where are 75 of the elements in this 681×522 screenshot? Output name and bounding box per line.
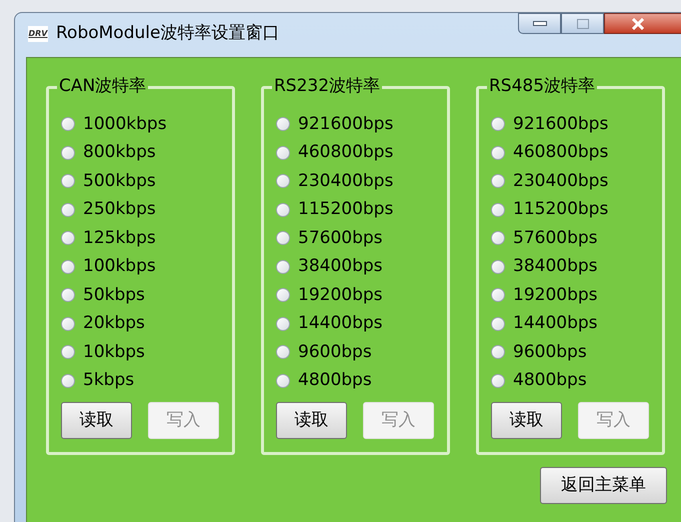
radio-option[interactable]: 230400bps bbox=[491, 167, 650, 196]
radio-option[interactable]: 57600bps bbox=[276, 224, 435, 252]
radio-button[interactable] bbox=[276, 174, 290, 188]
radio-option[interactable]: 115200bps bbox=[491, 196, 650, 224]
group-title: CAN波特率 bbox=[57, 76, 148, 96]
radio-button[interactable] bbox=[61, 202, 75, 217]
radio-option[interactable]: 5kbps bbox=[61, 366, 220, 395]
radio-option[interactable]: 19200bps bbox=[276, 281, 435, 310]
radio-button[interactable] bbox=[276, 202, 290, 217]
radio-button[interactable] bbox=[491, 202, 505, 217]
radio-button[interactable] bbox=[491, 117, 505, 132]
radio-option[interactable]: 100kbps bbox=[61, 252, 220, 281]
radio-button[interactable] bbox=[491, 374, 505, 388]
radio-button[interactable] bbox=[276, 146, 290, 160]
radio-button[interactable] bbox=[61, 231, 75, 246]
radio-option[interactable]: 800kbps bbox=[61, 138, 220, 167]
close-icon bbox=[631, 18, 645, 30]
radio-option[interactable]: 20kbps bbox=[61, 310, 220, 338]
radio-option[interactable]: 9600bps bbox=[491, 338, 650, 366]
radio-option[interactable]: 921600bps bbox=[276, 110, 435, 138]
radio-button[interactable] bbox=[276, 231, 290, 246]
radio-option[interactable]: 38400bps bbox=[491, 252, 650, 281]
radio-button[interactable] bbox=[276, 316, 290, 331]
group-button[interactable]: 读取 bbox=[491, 402, 562, 439]
maximize-icon bbox=[576, 18, 588, 28]
radio-button[interactable] bbox=[61, 316, 75, 331]
radio-button[interactable] bbox=[276, 374, 290, 388]
radio-button[interactable] bbox=[276, 345, 290, 360]
radio-option[interactable]: 14400bps bbox=[491, 310, 650, 338]
app-logo-icon: DRV bbox=[28, 26, 48, 42]
radio-option[interactable]: 250kbps bbox=[61, 196, 220, 224]
close-button[interactable] bbox=[604, 13, 681, 34]
radio-option[interactable]: 14400bps bbox=[276, 310, 435, 338]
radio-button[interactable] bbox=[491, 174, 505, 188]
radio-option[interactable]: 921600bps bbox=[491, 110, 650, 138]
radio-button[interactable] bbox=[61, 288, 75, 302]
radio-button[interactable] bbox=[276, 117, 290, 132]
minimize-icon bbox=[532, 21, 546, 26]
radio-option[interactable]: 230400bps bbox=[276, 167, 435, 196]
radio-button[interactable] bbox=[61, 117, 75, 132]
group-button[interactable]: 读取 bbox=[61, 402, 132, 439]
radio-option[interactable]: 500kbps bbox=[61, 167, 220, 196]
radio-button[interactable] bbox=[276, 260, 290, 274]
radio-button[interactable] bbox=[276, 288, 290, 302]
radio-button[interactable] bbox=[61, 260, 75, 274]
back-to-main-menu-button[interactable]: 返回主菜单 bbox=[540, 467, 667, 504]
radio-button[interactable] bbox=[491, 231, 505, 246]
radio-option[interactable]: 50kbps bbox=[61, 281, 220, 310]
radio-option[interactable]: 4800bps bbox=[276, 366, 435, 395]
radio-option[interactable]: 4800bps bbox=[491, 366, 650, 395]
minimize-button[interactable] bbox=[518, 13, 561, 34]
radio-button[interactable] bbox=[61, 374, 75, 388]
radio-button[interactable] bbox=[491, 260, 505, 274]
radio-button[interactable] bbox=[61, 174, 75, 188]
radio-option[interactable]: 19200bps bbox=[491, 281, 650, 310]
radio-button[interactable] bbox=[61, 146, 75, 160]
radio-button[interactable] bbox=[491, 146, 505, 160]
radio-button[interactable] bbox=[491, 316, 505, 331]
radio-button[interactable] bbox=[491, 288, 505, 302]
group-title: RS232波特率 bbox=[272, 76, 382, 96]
window-title: RoboModule波特率设置窗口 bbox=[56, 22, 280, 46]
radio-option[interactable]: 38400bps bbox=[276, 252, 435, 281]
radio-option[interactable]: 9600bps bbox=[276, 338, 435, 366]
radio-option[interactable]: 10kbps bbox=[61, 338, 220, 366]
group-button[interactable]: 读取 bbox=[276, 402, 347, 439]
radio-button[interactable] bbox=[61, 345, 75, 360]
radio-option[interactable]: 115200bps bbox=[276, 196, 435, 224]
radio-option[interactable]: 125kbps bbox=[61, 224, 220, 252]
maximize-button[interactable] bbox=[561, 13, 604, 34]
group-title: RS485波特率 bbox=[487, 76, 598, 96]
radio-option[interactable]: 57600bps bbox=[491, 224, 650, 252]
radio-button[interactable] bbox=[491, 345, 505, 360]
radio-option[interactable]: 460800bps bbox=[491, 138, 650, 167]
radio-option[interactable]: 1000kbps bbox=[61, 110, 220, 138]
radio-option[interactable]: 460800bps bbox=[276, 138, 435, 167]
